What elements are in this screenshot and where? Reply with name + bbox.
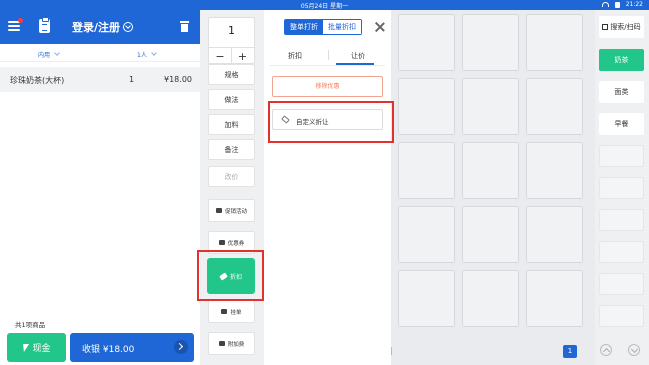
category-noodles[interactable]: 面类 (599, 81, 644, 103)
highlight-box (197, 250, 264, 301)
category-empty[interactable] (599, 209, 644, 231)
discount-mode-toggle: 整单打折 批量折扣 (284, 19, 362, 35)
order-item-row[interactable]: 珍珠奶茶(大杯) 1 ¥18.00 (0, 67, 200, 92)
notification-dot (18, 18, 23, 23)
people-select[interactable]: 1人 (137, 50, 157, 59)
category-empty[interactable] (599, 241, 644, 263)
order-item-qty: 1 (129, 75, 135, 84)
surcharge-button[interactable]: 附加费 (208, 332, 255, 355)
status-date: 05月24日 星期一 (300, 3, 349, 10)
tab-discount[interactable]: 折扣 (288, 51, 302, 61)
surcharge-icon (218, 341, 225, 346)
promotion-icon (215, 208, 222, 213)
checkout-label: 收银 ¥18.00 (82, 345, 135, 355)
coupon-icon (218, 240, 225, 245)
product-cell[interactable] (398, 142, 455, 199)
chevron-down-icon (150, 50, 157, 56)
chevron-down-circle-icon (123, 22, 134, 32)
product-cell[interactable] (398, 14, 455, 71)
category-column: 搜索/扫码 奶茶 面类 早餐 (595, 10, 649, 365)
item-count: 共1项商品 (15, 321, 46, 329)
dine-mode-select[interactable]: 内用 (38, 50, 60, 59)
category-empty[interactable] (599, 273, 644, 295)
category-milk-tea[interactable]: 奶茶 (599, 49, 644, 71)
product-cell[interactable] (526, 78, 583, 135)
cash-button[interactable]: 现金 (7, 333, 66, 362)
discount-panel: 整单打折 批量折扣 折扣 让价 移除优惠 自定义折让 (264, 10, 391, 365)
chevron-up-icon[interactable] (600, 344, 612, 356)
product-cell[interactable] (526, 142, 583, 199)
category-empty[interactable] (599, 305, 644, 327)
product-cell[interactable] (398, 206, 455, 263)
login-label: 登录/注册 (72, 21, 121, 34)
status-bar: 05月24日 星期一 21:22 (0, 0, 649, 10)
product-cell[interactable] (398, 270, 455, 327)
pin-icon (221, 309, 228, 314)
close-icon[interactable] (375, 22, 385, 32)
note-button[interactable]: 备注 (208, 139, 255, 160)
tab-reduce-price[interactable]: 让价 (351, 51, 365, 61)
quantity-value[interactable]: 1 (209, 24, 254, 37)
chevron-right-icon (174, 340, 188, 354)
remove-discount-button[interactable]: 移除优惠 (272, 76, 383, 97)
discount-tabs: 折扣 让价 (264, 48, 391, 65)
product-cell[interactable] (462, 78, 519, 135)
trash-icon[interactable] (180, 21, 189, 32)
hold-order-button[interactable]: 挂单 (208, 300, 255, 323)
addon-button[interactable]: 加料 (208, 114, 255, 135)
spec-button[interactable]: 规格 (208, 64, 255, 85)
category-breakfast[interactable]: 早餐 (599, 113, 644, 135)
chevron-down-icon[interactable] (628, 344, 640, 356)
increase-button[interactable]: + (231, 47, 254, 64)
action-column: 1 − + 规格 做法 加料 备注 改价 促销活动 优惠券 折扣 挂单 附加费 (200, 10, 264, 365)
mode-batch[interactable]: 批量折扣 (323, 20, 361, 34)
checkout-button[interactable]: 收银 ¥18.00 (70, 333, 194, 362)
battery-icon (614, 1, 620, 8)
chevron-down-icon (54, 50, 60, 56)
lightning-icon (21, 343, 30, 352)
order-item-price: ¥18.00 (164, 75, 192, 84)
change-price-button[interactable]: 改价 (208, 166, 255, 187)
decrease-button[interactable]: − (209, 47, 232, 64)
pos-screen: 05月24日 星期一 21:22 登录/注册 内用 1人 珍珠奶茶(大杯) 1 … (0, 0, 649, 365)
product-grid: 1 (391, 10, 595, 365)
category-empty[interactable] (599, 177, 644, 199)
product-cell[interactable] (462, 206, 519, 263)
order-item-name: 珍珠奶茶(大杯) (10, 76, 65, 85)
page-number[interactable]: 1 (563, 345, 577, 358)
product-cell[interactable] (526, 270, 583, 327)
product-cell[interactable] (462, 14, 519, 71)
wifi-icon (601, 2, 609, 7)
scan-icon (602, 24, 609, 30)
category-empty[interactable] (599, 145, 644, 167)
highlight-box (268, 101, 394, 143)
order-subheader: 内用 1人 (0, 44, 200, 62)
method-button[interactable]: 做法 (208, 89, 255, 110)
login-register-button[interactable]: 登录/注册 (72, 19, 134, 35)
clipboard-icon[interactable] (39, 17, 50, 33)
product-cell[interactable] (526, 14, 583, 71)
quantity-stepper: 1 − + (208, 17, 255, 64)
order-header: 登录/注册 (0, 10, 200, 44)
product-cell[interactable] (398, 78, 455, 135)
mode-whole-order[interactable]: 整单打折 (285, 20, 323, 34)
product-cell[interactable] (462, 142, 519, 199)
search-scan-button[interactable]: 搜索/扫码 (599, 16, 644, 38)
product-cell[interactable] (462, 270, 519, 327)
menu-icon[interactable] (8, 18, 23, 31)
status-time: 21:22 (625, 1, 643, 8)
pagination: 1 (391, 337, 595, 365)
promotion-button[interactable]: 促销活动 (208, 199, 255, 222)
product-cell[interactable] (526, 206, 583, 263)
order-panel: 登录/注册 内用 1人 珍珠奶茶(大杯) 1 ¥18.00 共1项商品 现金 收… (0, 10, 200, 365)
